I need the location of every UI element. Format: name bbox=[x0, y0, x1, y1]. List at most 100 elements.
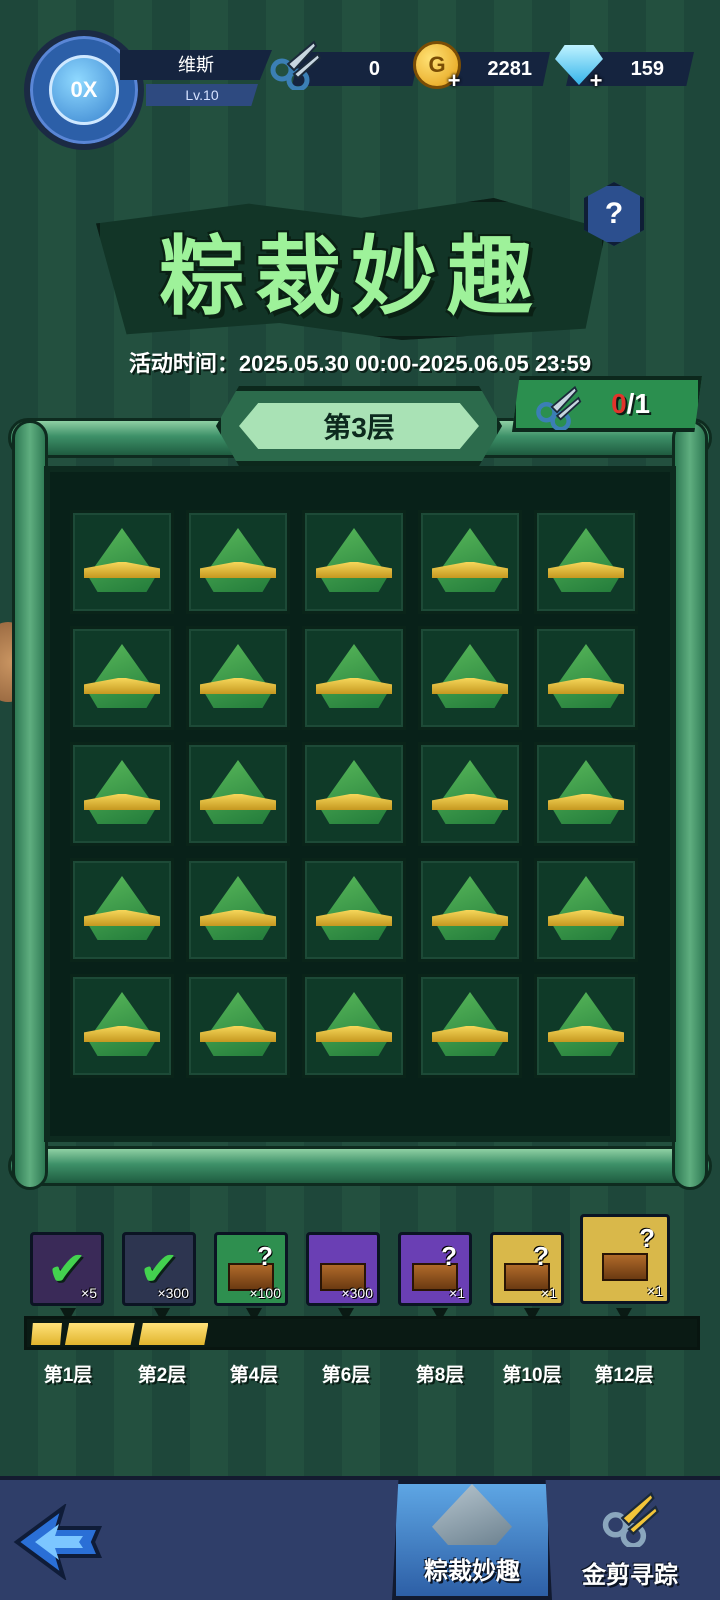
bamboo-bottom-frame bbox=[8, 1146, 712, 1186]
player-name: 维斯 bbox=[120, 50, 272, 80]
board-cell[interactable] bbox=[302, 858, 406, 962]
zongzi-icon bbox=[432, 876, 508, 944]
board-cell[interactable] bbox=[186, 974, 290, 1078]
player-level: Lv.10 bbox=[146, 84, 258, 106]
board-cell[interactable] bbox=[534, 858, 638, 962]
golden-scissors-icon bbox=[595, 1487, 665, 1549]
bamboo-left-frame bbox=[12, 420, 48, 1190]
zongzi-icon bbox=[84, 528, 160, 596]
zongzi-board bbox=[44, 466, 676, 1142]
question-icon: ? bbox=[604, 197, 624, 230]
reward-floor-label: 第1层 bbox=[43, 1365, 93, 1386]
zongzi-icon bbox=[548, 876, 624, 944]
reward-floor-label: 第8层 bbox=[415, 1365, 465, 1386]
mystery-icon: ? bbox=[441, 1241, 457, 1271]
gold-coin-icon[interactable]: G + bbox=[410, 38, 464, 92]
progress-segment bbox=[64, 1323, 135, 1345]
avatar-face-icon: 0X bbox=[49, 55, 119, 125]
back-button[interactable] bbox=[12, 1500, 104, 1584]
add-gold-icon[interactable]: + bbox=[444, 70, 464, 92]
avatar-label: 0X bbox=[70, 77, 98, 102]
scissor-total: /1 bbox=[626, 388, 650, 419]
reward-box[interactable]: ? ×1 bbox=[398, 1232, 472, 1306]
zongzi-icon bbox=[316, 876, 392, 944]
reward-quantity: ×5 bbox=[81, 1285, 97, 1301]
board-cell[interactable] bbox=[418, 858, 522, 962]
add-diamond-icon[interactable]: + bbox=[586, 70, 606, 92]
board-cell[interactable] bbox=[70, 510, 174, 614]
tab-zongcai-miaoqu[interactable]: 粽裁妙趣 bbox=[392, 1480, 552, 1600]
zongzi-icon bbox=[548, 528, 624, 596]
scissor-counter: 0/1 bbox=[512, 376, 702, 432]
current-floor-label: 第3层 bbox=[239, 403, 479, 449]
zongzi-icon bbox=[548, 760, 624, 828]
reward-chest-icon bbox=[602, 1253, 648, 1281]
event-title: 粽裁妙趣 bbox=[159, 227, 543, 327]
zongzi-icon bbox=[84, 644, 160, 712]
board-cell[interactable] bbox=[302, 742, 406, 846]
zongzi-icon bbox=[200, 760, 276, 828]
board-cell[interactable] bbox=[70, 742, 174, 846]
board-cell[interactable] bbox=[302, 974, 406, 1078]
floor-progress-bar bbox=[24, 1316, 700, 1350]
reward-floor-label: 第4层 bbox=[229, 1365, 279, 1386]
reward-box[interactable]: ×300 bbox=[306, 1232, 380, 1306]
board-cell[interactable] bbox=[70, 858, 174, 962]
board-cell[interactable] bbox=[186, 858, 290, 962]
board-cell[interactable] bbox=[418, 626, 522, 730]
board-cell[interactable] bbox=[302, 510, 406, 614]
board-cell[interactable] bbox=[186, 510, 290, 614]
zongzi-icon bbox=[316, 992, 392, 1060]
reward-quantity: ×1 bbox=[541, 1285, 557, 1301]
gold-count: 2281 bbox=[487, 58, 533, 80]
diamond-icon[interactable]: + bbox=[552, 38, 606, 92]
board-cell[interactable] bbox=[534, 510, 638, 614]
scissors-icon bbox=[534, 382, 582, 432]
reward-box[interactable]: ? ×100 bbox=[214, 1232, 288, 1306]
progress-segment bbox=[138, 1323, 209, 1345]
scissors-resource-icon bbox=[268, 36, 322, 90]
reward-box[interactable]: ? ×1 bbox=[490, 1232, 564, 1306]
scissor-count: 0/1 bbox=[611, 388, 650, 420]
player-avatar[interactable]: 0X bbox=[24, 30, 144, 150]
zongzi-icon bbox=[84, 992, 160, 1060]
zongzi-icon bbox=[84, 760, 160, 828]
reward-floor-label: 第6层 bbox=[321, 1365, 371, 1386]
mystery-icon: ? bbox=[533, 1241, 549, 1271]
reward-box[interactable]: ✔ ×300 bbox=[122, 1232, 196, 1306]
reward-box[interactable]: ✔ ×5 bbox=[30, 1232, 104, 1306]
mystery-icon: ? bbox=[639, 1223, 655, 1253]
zongzi-icon bbox=[432, 528, 508, 596]
zongzi-tab-icon bbox=[432, 1484, 512, 1545]
board-cell[interactable] bbox=[186, 742, 290, 846]
bamboo-right-frame bbox=[672, 420, 708, 1190]
board-cell[interactable] bbox=[534, 974, 638, 1078]
reward-floor-label: 第12层 bbox=[594, 1365, 654, 1386]
zongzi-icon bbox=[200, 992, 276, 1060]
reward-quantity: ×1 bbox=[647, 1283, 663, 1299]
zongzi-icon bbox=[432, 992, 508, 1060]
tab-jinjian-xunzong[interactable]: 金剪寻踪 bbox=[560, 1480, 700, 1600]
board-cell[interactable] bbox=[418, 510, 522, 614]
tab-other-label: 金剪寻踪 bbox=[582, 1562, 678, 1589]
board-cell[interactable] bbox=[70, 626, 174, 730]
event-time: 活动时间：2025.05.30 00:00-2025.06.05 23:59 bbox=[128, 351, 592, 376]
scissor-current: 0 bbox=[611, 388, 627, 419]
reward-box[interactable]: ? ×1 bbox=[580, 1214, 670, 1304]
event-title-logo: 粽裁妙趣 bbox=[96, 180, 606, 340]
board-cell[interactable] bbox=[186, 626, 290, 730]
board-cell[interactable] bbox=[534, 742, 638, 846]
zongzi-icon bbox=[316, 644, 392, 712]
board-cell[interactable] bbox=[418, 974, 522, 1078]
floor-banner: 第3层 bbox=[216, 386, 502, 466]
zongzi-icon bbox=[200, 528, 276, 596]
progress-segment bbox=[31, 1323, 62, 1345]
zongzi-icon bbox=[432, 644, 508, 712]
board-cell[interactable] bbox=[534, 626, 638, 730]
board-cell[interactable] bbox=[418, 742, 522, 846]
board-cell[interactable] bbox=[70, 974, 174, 1078]
back-arrow-icon bbox=[13, 1504, 103, 1580]
board-cell[interactable] bbox=[302, 626, 406, 730]
zongzi-icon bbox=[548, 644, 624, 712]
reward-quantity: ×300 bbox=[341, 1285, 373, 1301]
